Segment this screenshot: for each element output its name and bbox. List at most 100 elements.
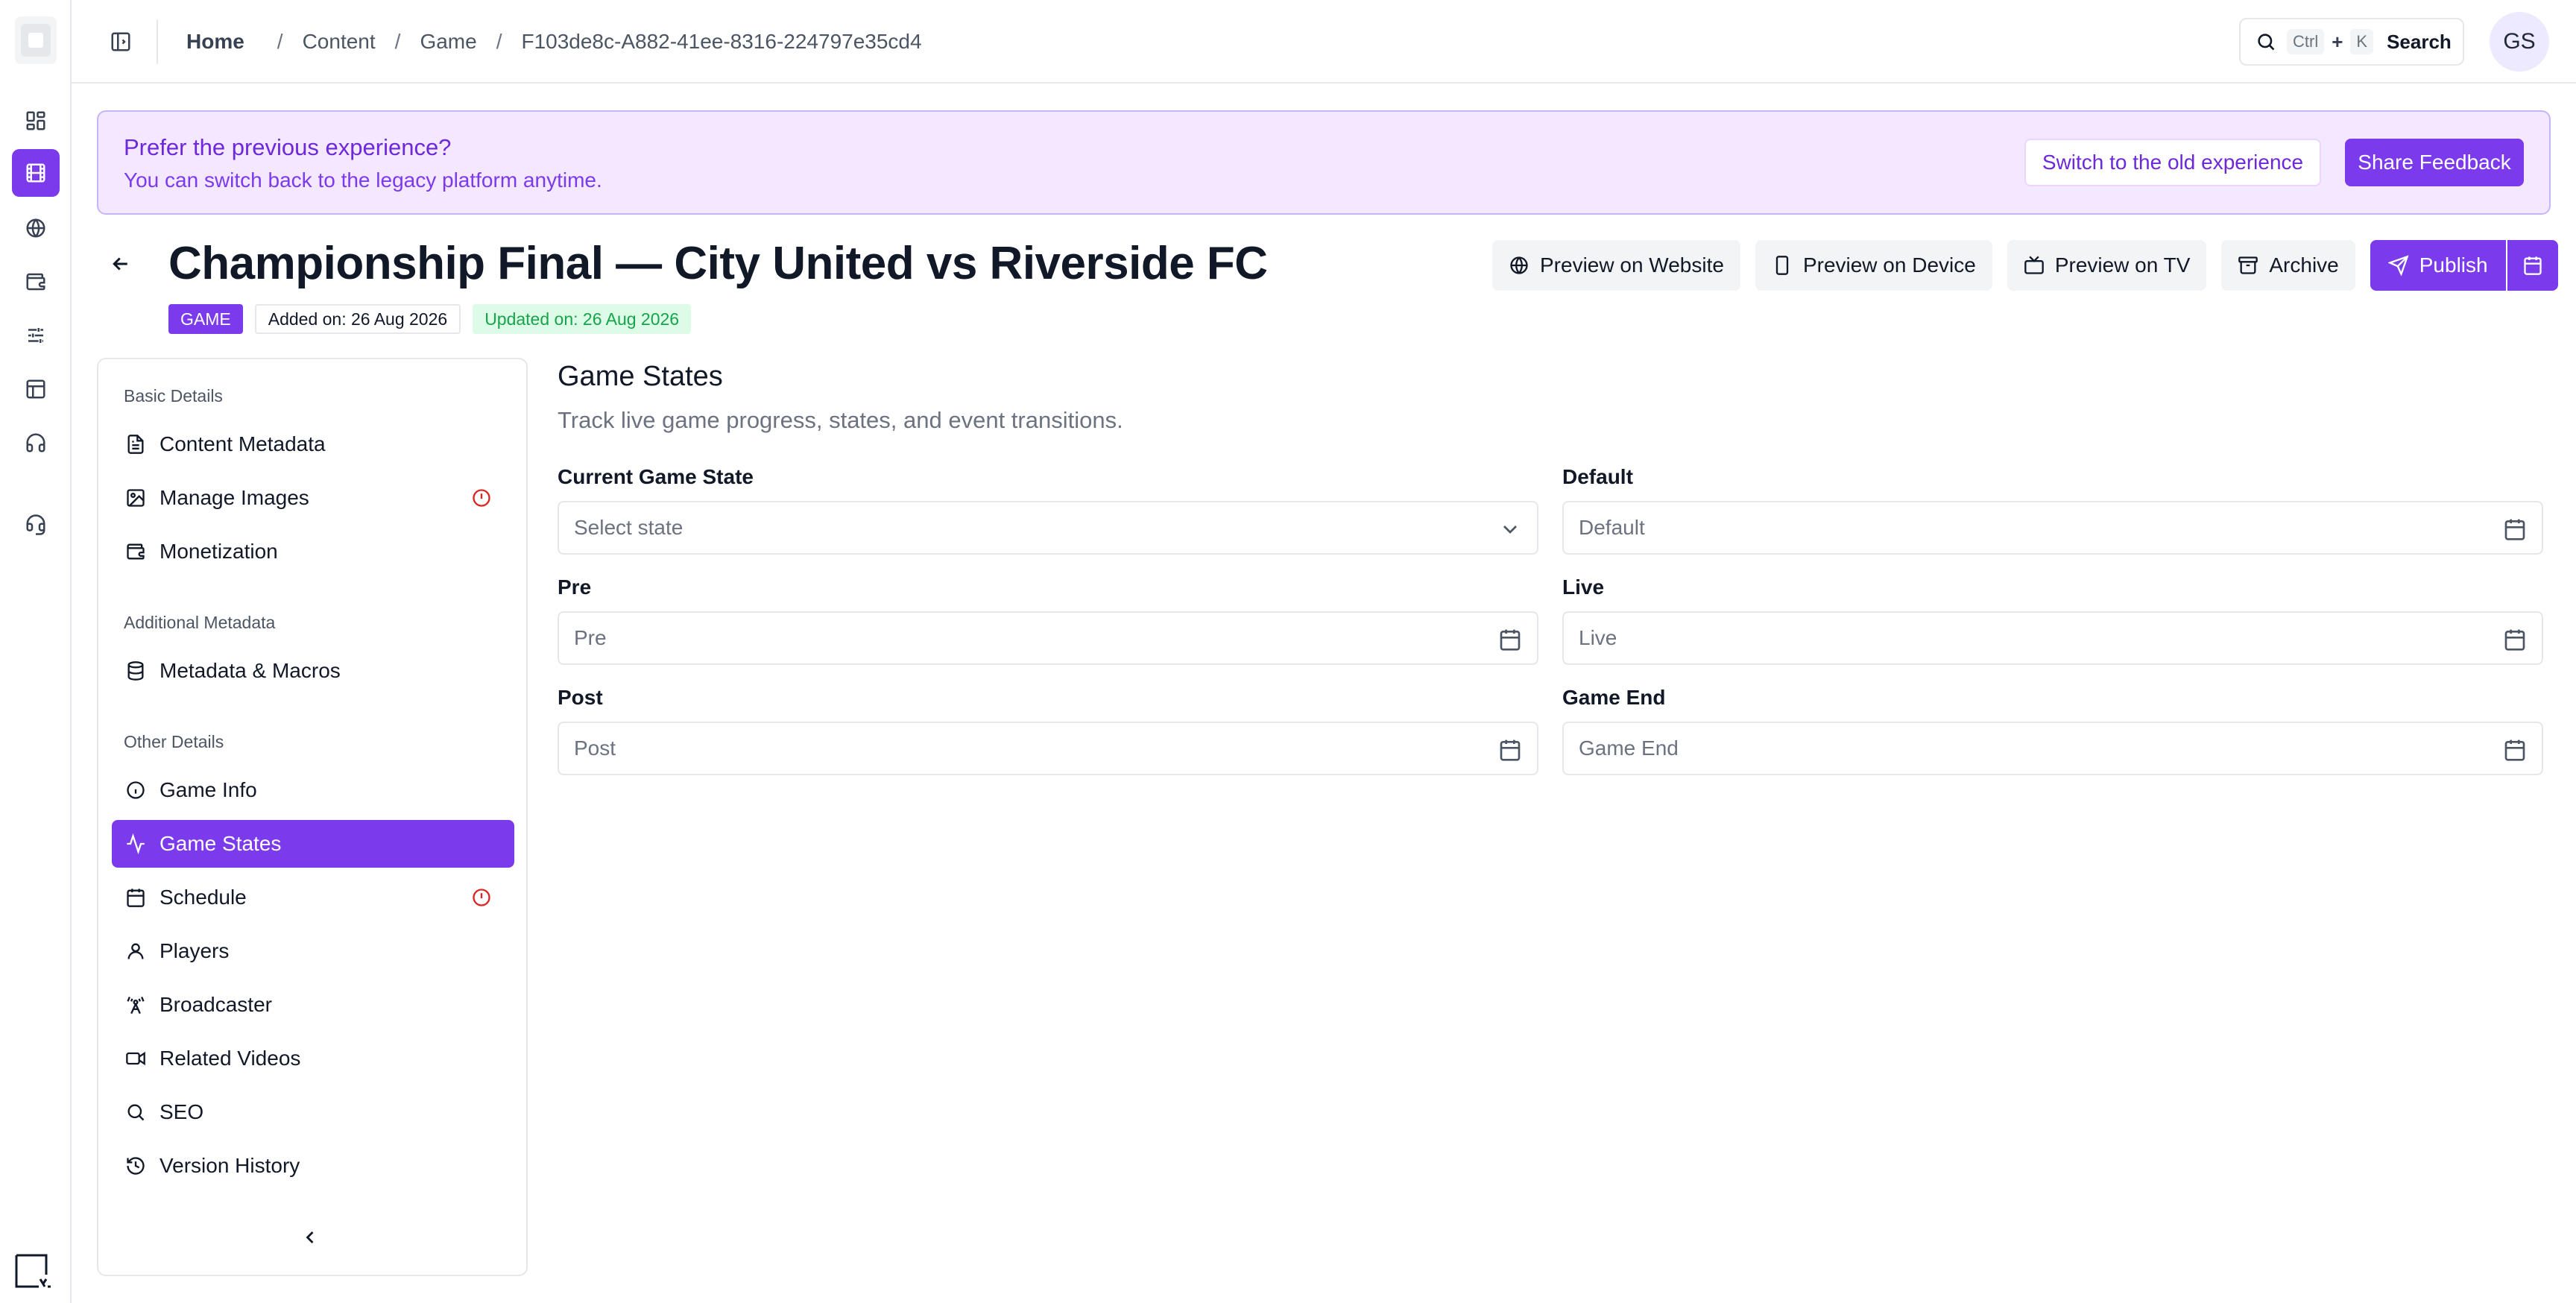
tv-icon	[2024, 255, 2045, 276]
sliders-icon[interactable]	[12, 312, 60, 359]
legacy-experience-banner: Prefer the previous experience? You can …	[97, 110, 2551, 215]
nav-item-label: Monetization	[160, 540, 278, 563]
info-icon	[124, 778, 148, 802]
breadcrumb-current-id: F103de8c-A882-41ee-8316-224797e35cd4	[521, 30, 922, 53]
nav-item-seo[interactable]: SEO	[112, 1088, 514, 1136]
nav-item-manage-images[interactable]: Manage Images	[112, 474, 514, 522]
feedback-widget-icon[interactable]	[12, 1252, 54, 1291]
history-icon	[124, 1154, 148, 1178]
nav-item-version-history[interactable]: Version History	[112, 1142, 514, 1190]
current-state-select[interactable]: Select state	[558, 501, 1538, 555]
live-date-input[interactable]: Live	[1562, 611, 2543, 665]
nav-item-broadcaster[interactable]: Broadcaster	[112, 981, 514, 1029]
post-date-input[interactable]: Post	[558, 722, 1538, 775]
preview-website-label: Preview on Website	[1540, 253, 1724, 277]
breadcrumb-separator: /	[277, 30, 283, 53]
share-feedback-button[interactable]: Share Feedback	[2345, 139, 2524, 186]
publish-button[interactable]: Publish	[2370, 240, 2506, 291]
smartphone-icon	[1772, 255, 1793, 276]
default-date-input[interactable]: Default	[1562, 501, 2543, 555]
nav-item-label: Schedule	[160, 886, 247, 909]
breadcrumb-game[interactable]: Game	[420, 30, 476, 54]
breadcrumb-home[interactable]: Home	[186, 30, 244, 54]
dashboard-icon[interactable]	[12, 97, 60, 145]
shortcut-ctrl: Ctrl	[2287, 29, 2325, 54]
breadcrumb-content[interactable]: Content	[303, 30, 376, 54]
breadcrumb: Home / Content / Game / F103de8c-A882-41…	[186, 27, 922, 57]
live-placeholder: Live	[1579, 626, 1617, 649]
shortcut-k: K	[2350, 29, 2374, 54]
nav-item-label: Manage Images	[160, 486, 309, 509]
calendar-icon[interactable]	[2503, 738, 2527, 762]
nav-item-label: Game States	[160, 832, 282, 855]
nav-item-label: Related Videos	[160, 1047, 301, 1070]
search-label: Search	[2387, 30, 2452, 53]
preview-website-button[interactable]: Preview on Website	[1492, 240, 1740, 291]
calendar-icon[interactable]	[1498, 628, 1522, 652]
nav-item-players[interactable]: Players	[112, 927, 514, 975]
calendar-icon	[124, 886, 148, 909]
current-state-label: Current Game State	[558, 465, 754, 488]
content-type-badge: GAME	[168, 304, 243, 334]
archive-label: Archive	[2269, 253, 2339, 277]
radio-tower-icon	[124, 993, 148, 1017]
user-avatar[interactable]: GS	[2490, 12, 2549, 72]
section-title: Game States	[558, 361, 723, 392]
post-placeholder: Post	[574, 736, 616, 760]
alert-circle-icon	[471, 887, 492, 908]
nav-item-metadata-macros[interactable]: Metadata & Macros	[112, 647, 514, 695]
global-search-button[interactable]: Ctrl + K Search	[2239, 18, 2464, 66]
preview-tv-label: Preview on TV	[2054, 253, 2191, 277]
content-badges: GAME Added on: 26 Aug 2026 Updated on: 2…	[168, 304, 692, 334]
layout-icon[interactable]	[12, 365, 60, 413]
updated-date-badge: Updated on: 26 Aug 2026	[473, 304, 692, 334]
app-logo[interactable]	[15, 16, 57, 64]
globe-icon[interactable]	[12, 204, 60, 252]
calendar-icon[interactable]	[2503, 517, 2527, 541]
nav-item-related-videos[interactable]: Related Videos	[112, 1035, 514, 1082]
nav-item-content-metadata[interactable]: Content Metadata	[112, 420, 514, 468]
preview-device-button[interactable]: Preview on Device	[1755, 240, 1992, 291]
nav-item-label: Broadcaster	[160, 993, 272, 1016]
headset-icon[interactable]	[12, 501, 60, 549]
game-end-date-input[interactable]: Game End	[1562, 722, 2543, 775]
calendar-icon[interactable]	[2503, 628, 2527, 652]
send-icon	[2387, 255, 2409, 276]
calendar-icon	[2522, 255, 2543, 276]
preview-tv-button[interactable]: Preview on TV	[2007, 240, 2207, 291]
switch-old-experience-button[interactable]: Switch to the old experience	[2024, 139, 2321, 186]
content-section-nav: Basic Details Content Metadata Manage Im…	[97, 358, 528, 1276]
sidebar-toggle-icon[interactable]	[106, 27, 136, 57]
nav-item-game-states[interactable]: Game States	[112, 820, 514, 868]
nav-item-game-info[interactable]: Game Info	[112, 766, 514, 814]
current-state-placeholder: Select state	[574, 516, 684, 539]
nav-item-schedule[interactable]: Schedule	[112, 874, 514, 921]
added-date-badge: Added on: 26 Aug 2026	[254, 304, 461, 334]
globe-icon	[1509, 255, 1530, 276]
post-label: Post	[558, 686, 603, 709]
top-bar: Home / Content / Game / F103de8c-A882-41…	[72, 0, 2576, 83]
game-end-label: Game End	[1562, 686, 1666, 709]
collapse-nav-chevron-left-icon[interactable]	[295, 1222, 325, 1252]
banner-subtitle: You can switch back to the legacy platfo…	[124, 168, 602, 192]
banner-title: Prefer the previous experience?	[124, 134, 452, 160]
image-icon	[124, 486, 148, 510]
headphones-icon[interactable]	[12, 419, 60, 467]
back-arrow-icon[interactable]	[106, 249, 136, 279]
pre-date-input[interactable]: Pre	[558, 611, 1538, 665]
calendar-icon[interactable]	[1498, 738, 1522, 762]
archive-button[interactable]: Archive	[2221, 240, 2355, 291]
wallet-icon[interactable]	[12, 258, 60, 306]
pre-placeholder: Pre	[574, 626, 607, 649]
film-icon[interactable]	[12, 149, 60, 197]
nav-item-label: Players	[160, 939, 230, 962]
nav-item-monetization[interactable]: Monetization	[112, 528, 514, 575]
top-bar-divider	[157, 19, 158, 64]
schedule-publish-button[interactable]	[2507, 240, 2558, 291]
pre-label: Pre	[558, 575, 592, 599]
nav-item-label: SEO	[160, 1100, 204, 1123]
nav-section-additional: Additional Metadata	[124, 613, 276, 632]
user-icon	[124, 939, 148, 963]
nav-section-basic: Basic Details	[124, 386, 223, 406]
publish-label: Publish	[2419, 253, 2488, 277]
